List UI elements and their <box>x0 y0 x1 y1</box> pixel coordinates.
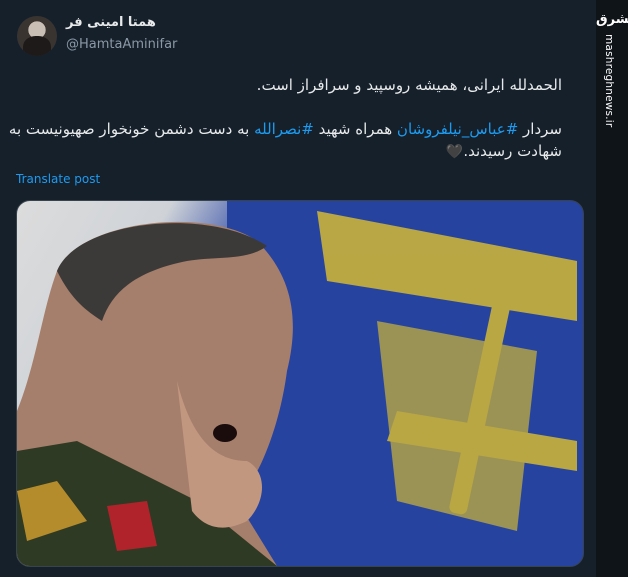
display-name[interactable]: همتا امینی فر <box>66 15 156 30</box>
tweet-text-segment: همراه شهید <box>313 120 397 138</box>
tweet-line-2: سردار #عباس_نیلفروشان همراه شهید #نصرالل… <box>2 118 562 163</box>
translate-post-link[interactable]: Translate post <box>16 172 100 186</box>
black-heart-icon: 🖤 <box>445 144 464 160</box>
tweet-text-segment: سردار <box>518 120 562 138</box>
avatar[interactable] <box>17 16 57 56</box>
photo-illustration <box>17 201 583 566</box>
hashtag-link[interactable]: #عباس_نیلفروشان <box>397 120 518 138</box>
hashtag-link[interactable]: #نصرالله <box>254 120 314 138</box>
tweet-card: همتا امینی فر @HamtaAminifar الحمدلله ای… <box>0 0 596 577</box>
tweet-line-1: الحمدلله ایرانی، همیشه روسپید و سرافراز … <box>256 76 562 94</box>
mashregh-logo-icon: مشرق <box>596 12 628 27</box>
user-handle[interactable]: @HamtaAminifar <box>66 37 177 52</box>
tweet-text: الحمدلله ایرانی، همیشه روسپید و سرافراز … <box>2 74 562 163</box>
site-url: mashreghnews.ir <box>603 34 615 128</box>
watermark-sidebar: مشرق mashreghnews.ir <box>596 0 628 577</box>
tweet-media-image[interactable] <box>16 200 584 567</box>
avatar-figure-icon <box>23 36 51 56</box>
